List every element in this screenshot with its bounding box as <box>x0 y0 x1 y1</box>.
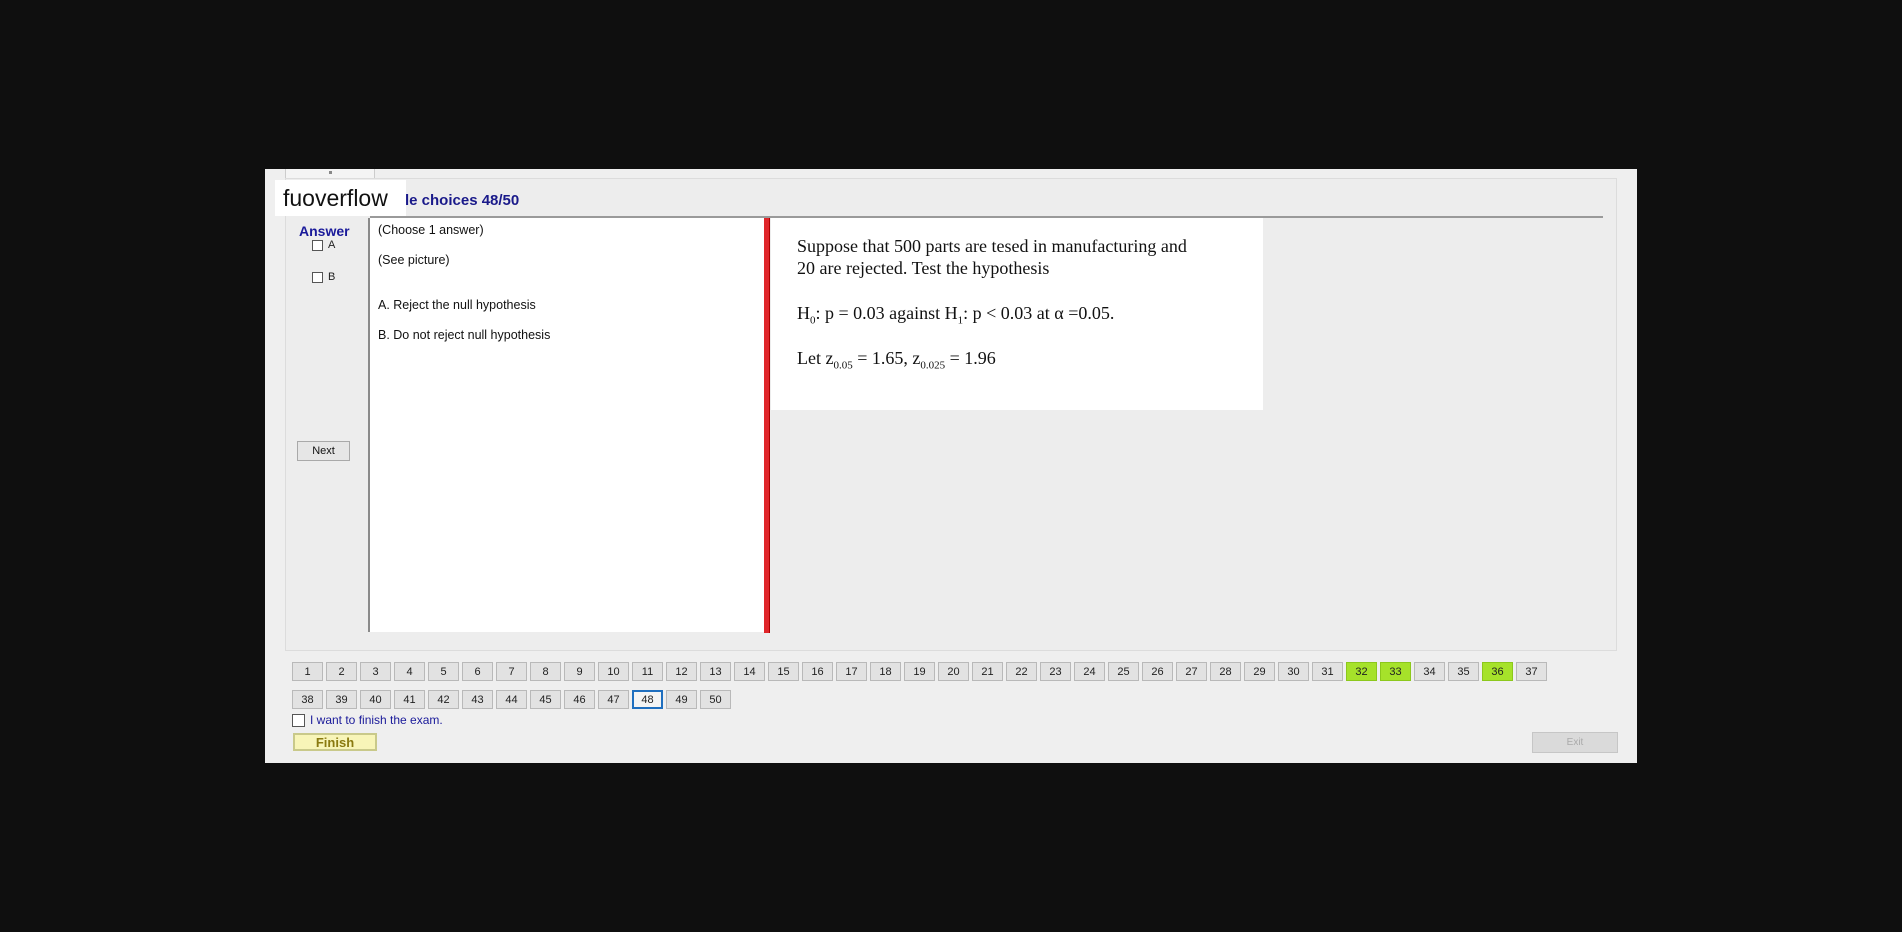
tab-dot-icon <box>329 171 332 174</box>
exam-window: fuoverflow le choices 48/50 Answer A B N… <box>265 169 1637 763</box>
question-button-18[interactable]: 18 <box>870 662 901 681</box>
finish-exam-toggle[interactable]: I want to finish the exam. <box>292 713 443 727</box>
question-button-11[interactable]: 11 <box>632 662 663 681</box>
question-button-47[interactable]: 47 <box>598 690 629 709</box>
question-button-30[interactable]: 30 <box>1278 662 1309 681</box>
question-button-41[interactable]: 41 <box>394 690 425 709</box>
option-b[interactable]: B <box>312 271 335 283</box>
question-button-33[interactable]: 33 <box>1380 662 1411 681</box>
question-button-20[interactable]: 20 <box>938 662 969 681</box>
question-button-13[interactable]: 13 <box>700 662 731 681</box>
question-button-42[interactable]: 42 <box>428 690 459 709</box>
question-button-32[interactable]: 32 <box>1346 662 1377 681</box>
question-button-4[interactable]: 4 <box>394 662 425 681</box>
option-a[interactable]: A <box>312 239 335 251</box>
finish-exam-checkbox[interactable] <box>292 713 305 727</box>
choice-b-text: B. Do not reject null hypothesis <box>378 328 551 342</box>
question-picture: Suppose that 500 parts are tesed in manu… <box>771 218 1263 410</box>
question-button-23[interactable]: 23 <box>1040 662 1071 681</box>
question-button-45[interactable]: 45 <box>530 690 561 709</box>
question-button-3[interactable]: 3 <box>360 662 391 681</box>
exit-button[interactable]: Exit <box>1532 732 1618 753</box>
question-button-26[interactable]: 26 <box>1142 662 1173 681</box>
question-button-34[interactable]: 34 <box>1414 662 1445 681</box>
option-b-label: B <box>328 271 336 283</box>
question-button-31[interactable]: 31 <box>1312 662 1343 681</box>
see-picture-text: (See picture) <box>378 253 450 267</box>
question-text-pane[interactable]: (Choose 1 answer) (See picture) A. Rejec… <box>368 218 765 632</box>
choice-a-text: A. Reject the null hypothesis <box>378 298 536 312</box>
question-button-19[interactable]: 19 <box>904 662 935 681</box>
question-button-38[interactable]: 38 <box>292 690 323 709</box>
page-title: le choices 48/50 <box>405 192 520 209</box>
finish-button[interactable]: Finish <box>293 733 377 751</box>
question-button-22[interactable]: 22 <box>1006 662 1037 681</box>
question-button-5[interactable]: 5 <box>428 662 459 681</box>
question-button-15[interactable]: 15 <box>768 662 799 681</box>
question-button-50[interactable]: 50 <box>700 690 731 709</box>
finish-exam-label: I want to finish the exam. <box>310 713 443 727</box>
pane-splitter[interactable] <box>764 218 770 633</box>
question-button-1[interactable]: 1 <box>292 662 323 681</box>
question-button-37[interactable]: 37 <box>1516 662 1547 681</box>
question-button-49[interactable]: 49 <box>666 690 697 709</box>
question-button-12[interactable]: 12 <box>666 662 697 681</box>
question-button-16[interactable]: 16 <box>802 662 833 681</box>
question-button-9[interactable]: 9 <box>564 662 595 681</box>
hypothesis-line: H0: p = 0.03 against H1: p < 0.03 at α =… <box>797 303 1115 327</box>
option-b-checkbox[interactable] <box>312 271 323 283</box>
instruction-text: (Choose 1 answer) <box>378 223 484 237</box>
next-button[interactable]: Next <box>297 441 350 461</box>
question-button-28[interactable]: 28 <box>1210 662 1241 681</box>
question-button-24[interactable]: 24 <box>1074 662 1105 681</box>
question-button-25[interactable]: 25 <box>1108 662 1139 681</box>
watermark: fuoverflow <box>275 180 406 216</box>
question-button-40[interactable]: 40 <box>360 690 391 709</box>
question-button-48[interactable]: 48 <box>632 690 663 709</box>
question-button-2[interactable]: 2 <box>326 662 357 681</box>
question-button-36[interactable]: 36 <box>1482 662 1513 681</box>
picture-line-2: 20 are rejected. Test the hypothesis <box>797 258 1050 278</box>
option-a-label: A <box>328 239 336 251</box>
question-button-44[interactable]: 44 <box>496 690 527 709</box>
question-button-14[interactable]: 14 <box>734 662 765 681</box>
z-values-line: Let z0.05 = 1.65, z0.025 = 1.96 <box>797 348 996 372</box>
question-button-6[interactable]: 6 <box>462 662 493 681</box>
picture-line-1: Suppose that 500 parts are tesed in manu… <box>797 236 1187 256</box>
question-button-35[interactable]: 35 <box>1448 662 1479 681</box>
answer-label: Answer <box>299 223 350 239</box>
question-button-29[interactable]: 29 <box>1244 662 1275 681</box>
question-button-7[interactable]: 7 <box>496 662 527 681</box>
question-button-39[interactable]: 39 <box>326 690 357 709</box>
option-a-checkbox[interactable] <box>312 239 323 251</box>
question-button-46[interactable]: 46 <box>564 690 595 709</box>
question-button-10[interactable]: 10 <box>598 662 629 681</box>
question-button-43[interactable]: 43 <box>462 690 493 709</box>
question-button-21[interactable]: 21 <box>972 662 1003 681</box>
question-button-8[interactable]: 8 <box>530 662 561 681</box>
question-button-17[interactable]: 17 <box>836 662 867 681</box>
question-button-27[interactable]: 27 <box>1176 662 1207 681</box>
